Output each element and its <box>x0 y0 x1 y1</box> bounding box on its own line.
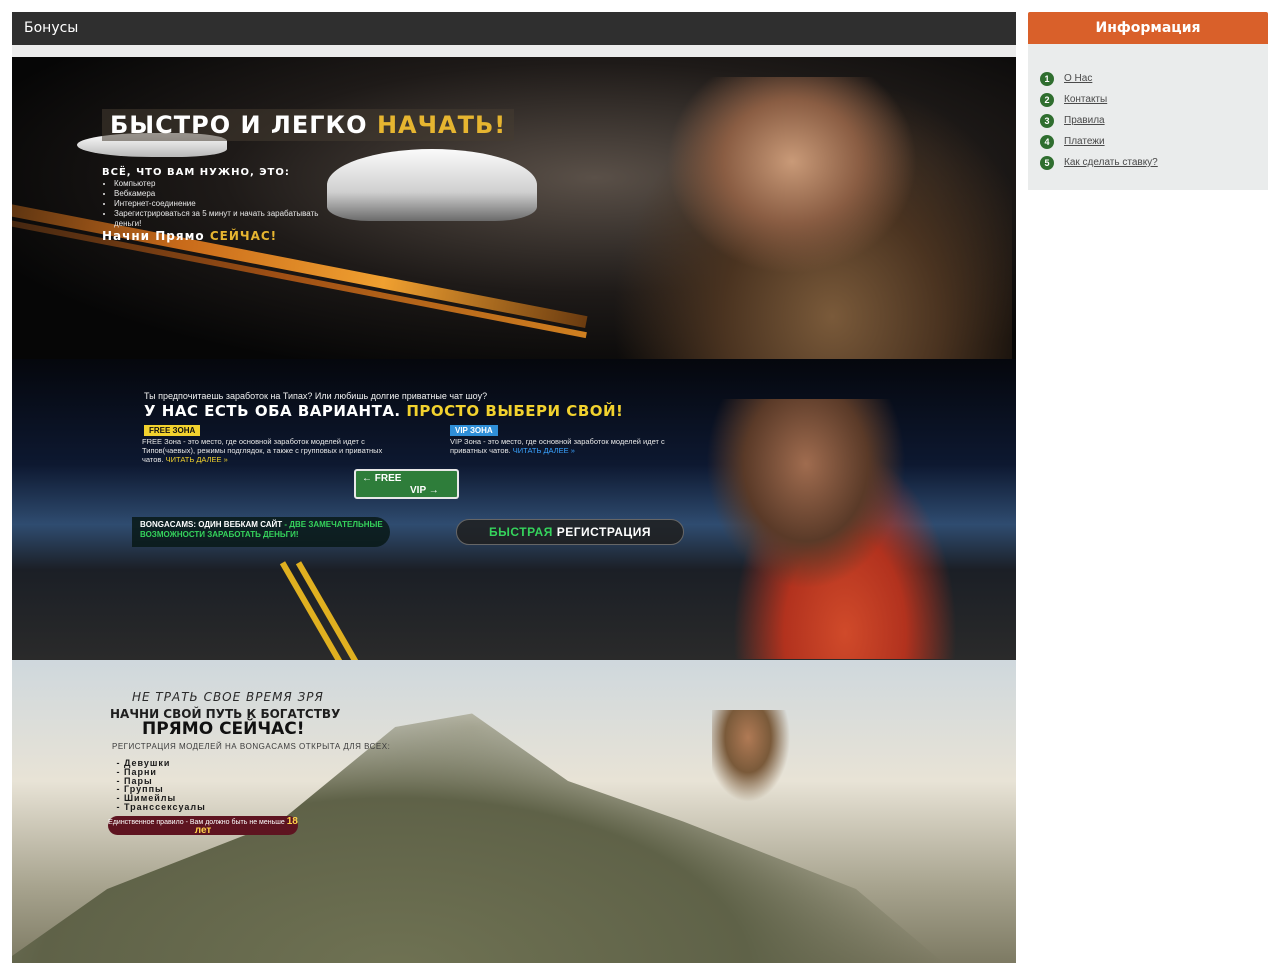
banner-zones[interactable]: Ты предпочитаешь заработок на Типах? Или… <box>12 359 1016 660</box>
banner-line-1: НЕ ТРАТЬ СВОЕ ВРЕМЯ ЗРЯ <box>132 690 324 704</box>
divider <box>12 45 1016 57</box>
registration-accent: БЫСТРАЯ <box>489 525 553 539</box>
list-item: Зарегистрироваться за 5 минут и начать з… <box>114 209 334 229</box>
banner-question: Ты предпочитаешь заработок на Типах? Или… <box>144 391 488 401</box>
sign-free-label: ← FREE <box>362 473 402 484</box>
banner-title-main: БЫСТРО И ЛЕГКО <box>110 111 368 139</box>
sidebar-item-rules[interactable]: 3 Правила <box>1028 110 1268 131</box>
road-line <box>279 561 351 660</box>
cta-accent: СЕЙЧАС! <box>209 229 278 243</box>
banner-title: БЫСТРО И ЛЕГКО НАЧАТЬ! <box>102 109 515 141</box>
main-content: Бонусы БЫСТРО И ЛЕГКО НАЧАТЬ! ВСЁ, ЧТО В… <box>12 12 1016 963</box>
banner-start-easy[interactable]: БЫСТРО И ЛЕГКО НАЧАТЬ! ВСЁ, ЧТО ВАМ НУЖН… <box>12 57 1016 359</box>
vip-zone-tag: VIP ЗОНА <box>450 425 498 436</box>
registration-label: РЕГИСТРАЦИЯ <box>556 525 651 539</box>
list-item: Транссексуалы <box>124 803 206 812</box>
info-pill-text: BONGACAMS: ОДИН ВЕБКАМ САЙТ - ДВЕ ЗАМЕЧА… <box>140 520 385 540</box>
number-badge: 4 <box>1040 134 1054 149</box>
info-sidebar: Информация 1 О Нас 2 Контакты 3 Правила … <box>1028 12 1268 190</box>
model-image <box>612 77 1012 359</box>
banner-wealth[interactable]: НЕ ТРАТЬ СВОЕ ВРЕМЯ ЗРЯ НАЧНИ СВОЙ ПУТЬ … <box>12 660 1016 963</box>
sidebar-title: Информация <box>1028 12 1268 44</box>
road-sign: ← FREE VIP → <box>354 469 459 499</box>
number-badge: 3 <box>1040 113 1054 128</box>
banner-title-accent: ПРОСТО ВЫБЕРИ СВОЙ! <box>406 402 624 420</box>
age-rule-badge: Единственное правило - Вам должно быть н… <box>108 816 298 836</box>
quick-registration-button[interactable]: БЫСТРАЯ РЕГИСТРАЦИЯ <box>456 519 684 545</box>
number-badge: 1 <box>1040 71 1054 86</box>
sidebar-item-about[interactable]: 1 О Нас <box>1028 68 1268 89</box>
free-zone-tag: FREE ЗОНА <box>144 425 201 436</box>
pill-main: BONGACAMS: ОДИН ВЕБКАМ САЙТ <box>140 520 283 529</box>
list-item: Интернет-соединение <box>114 199 334 209</box>
banner-subtitle: ВСЁ, ЧТО ВАМ НУЖНО, ЭТО: <box>102 167 290 178</box>
categories-list: Девушки Парни Пары Группы Шимейлы Трансс… <box>112 759 206 812</box>
banner-title-accent: НАЧАТЬ! <box>376 111 507 139</box>
vip-read-more-link[interactable]: ЧИТАТЬ ДАЛЕЕ » <box>513 446 575 455</box>
sidebar-link[interactable]: Платежи <box>1064 136 1105 147</box>
sidebar-item-contacts[interactable]: 2 Контакты <box>1028 89 1268 110</box>
banner-title: У НАС ЕСТЬ ОБА ВАРИАНТА. ПРОСТО ВЫБЕРИ С… <box>144 402 623 420</box>
sidebar-menu: 1 О Нас 2 Контакты 3 Правила 4 Платежи 5… <box>1028 44 1268 190</box>
free-read-more-link[interactable]: ЧИТАТЬ ДАЛЕЕ » <box>166 455 228 464</box>
sidebar-link[interactable]: Правила <box>1064 115 1105 126</box>
requirements-list: Компьютер Вебкамера Интернет-соединение … <box>102 179 334 229</box>
sidebar-link[interactable]: Как сделать ставку? <box>1064 157 1158 168</box>
page-title: Бонусы <box>12 12 1016 45</box>
sidebar-item-how-to-bet[interactable]: 5 Как сделать ставку? <box>1028 152 1268 173</box>
sidebar-item-payments[interactable]: 4 Платежи <box>1028 131 1268 152</box>
number-badge: 5 <box>1040 155 1054 170</box>
vip-zone-text: VIP Зона - это место, где основной зараб… <box>450 437 700 455</box>
car-image <box>327 149 537 221</box>
banner-cta: Начни Прямо СЕЙЧАС! <box>102 229 277 243</box>
model-image <box>702 399 962 659</box>
sign-vip-label: VIP → <box>410 485 439 496</box>
sidebar-link[interactable]: О Нас <box>1064 73 1092 84</box>
registration-open-text: РЕГИСТРАЦИЯ МОДЕЛЕЙ НА BONGACAMS ОТКРЫТА… <box>112 742 391 751</box>
sidebar-link[interactable]: Контакты <box>1064 94 1107 105</box>
cta-main: Начни Прямо <box>102 229 205 243</box>
number-badge: 2 <box>1040 92 1054 107</box>
list-item: Компьютер <box>114 179 334 189</box>
banner-line-3: ПРЯМО СЕЙЧАС! <box>142 719 305 739</box>
list-item: Вебкамера <box>114 189 334 199</box>
model-image <box>712 710 802 820</box>
free-zone-text: FREE Зона - это место, где основной зара… <box>142 437 387 464</box>
banner-title-main: У НАС ЕСТЬ ОБА ВАРИАНТА. <box>144 402 401 420</box>
